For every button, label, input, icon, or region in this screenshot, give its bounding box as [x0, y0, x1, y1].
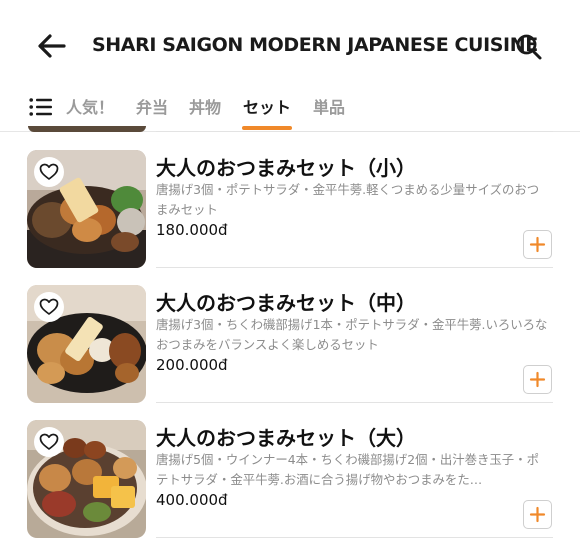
add-to-cart-button[interactable] [523, 230, 552, 259]
item-name: 大人のおつまみセット（大） [156, 426, 416, 450]
menu-list-icon [29, 98, 52, 116]
divider [156, 537, 553, 538]
item-description: 唐揚げ3個・ポテトサラダ・金平牛蒡.軽くつまめる少量サイズのおつまみセット [156, 182, 540, 217]
plus-icon [529, 506, 546, 523]
search-button[interactable] [514, 32, 544, 62]
previous-item-image [28, 126, 146, 132]
item-price: 200.000đ [156, 356, 228, 374]
favorite-button[interactable] [34, 157, 64, 187]
page-title: SHARI SAIGON MODERN JAPANESE CUISINE [92, 34, 538, 56]
item-image [27, 150, 146, 268]
back-button[interactable] [34, 30, 68, 62]
divider [156, 131, 553, 132]
arrow-left-icon [38, 34, 66, 58]
menu-item[interactable]: 大人のおつまみセット（中） 唐揚げ3個・ちくわ磯部揚げ1本・ポテトサラダ・金平牛… [0, 285, 580, 419]
item-name: 大人のおつまみセット（中） [156, 291, 416, 315]
tab-single-item[interactable]: 単品 [313, 94, 345, 118]
heart-icon [39, 433, 59, 450]
active-tab-indicator [242, 126, 292, 130]
add-to-cart-button[interactable] [523, 365, 552, 394]
divider [156, 267, 553, 268]
item-description: 唐揚げ3個・ちくわ磯部揚げ1本・ポテトサラダ・金平牛蒡.いろいろなおつまみをバラ… [156, 317, 548, 352]
add-to-cart-button[interactable] [523, 500, 552, 529]
plus-icon [529, 236, 546, 253]
heart-icon [39, 163, 59, 180]
favorite-button[interactable] [34, 427, 64, 457]
tab-popular[interactable]: 人気！ [66, 94, 114, 118]
search-icon [516, 34, 542, 60]
item-image [27, 420, 146, 538]
heart-icon [39, 298, 59, 315]
item-price: 180.000đ [156, 221, 228, 239]
tab-bento[interactable]: 弁当 [136, 94, 168, 118]
tab-set[interactable]: セット [243, 94, 291, 118]
category-menu-button[interactable] [29, 97, 53, 117]
menu-item[interactable]: 大人のおつまみセット（大） 唐揚げ5個・ウインナー4本・ちくわ磯部揚げ2個・出汁… [0, 420, 580, 554]
menu-item[interactable]: 大人のおつまみセット（小） 唐揚げ3個・ポテトサラダ・金平牛蒡.軽くつまめる少量… [0, 150, 580, 284]
item-price: 400.000đ [156, 491, 228, 509]
item-description: 唐揚げ5個・ウインナー4本・ちくわ磯部揚げ2個・出汁巻き玉子・ポテトサラダ・金平… [156, 452, 539, 487]
item-name: 大人のおつまみセット（小） [156, 156, 416, 180]
favorite-button[interactable] [34, 292, 64, 322]
plus-icon [529, 371, 546, 388]
item-image [27, 285, 146, 403]
tab-donburi[interactable]: 丼物 [189, 94, 221, 118]
app-header: SHARI SAIGON MODERN JAPANESE CUISINE [0, 0, 580, 88]
divider [156, 402, 553, 403]
